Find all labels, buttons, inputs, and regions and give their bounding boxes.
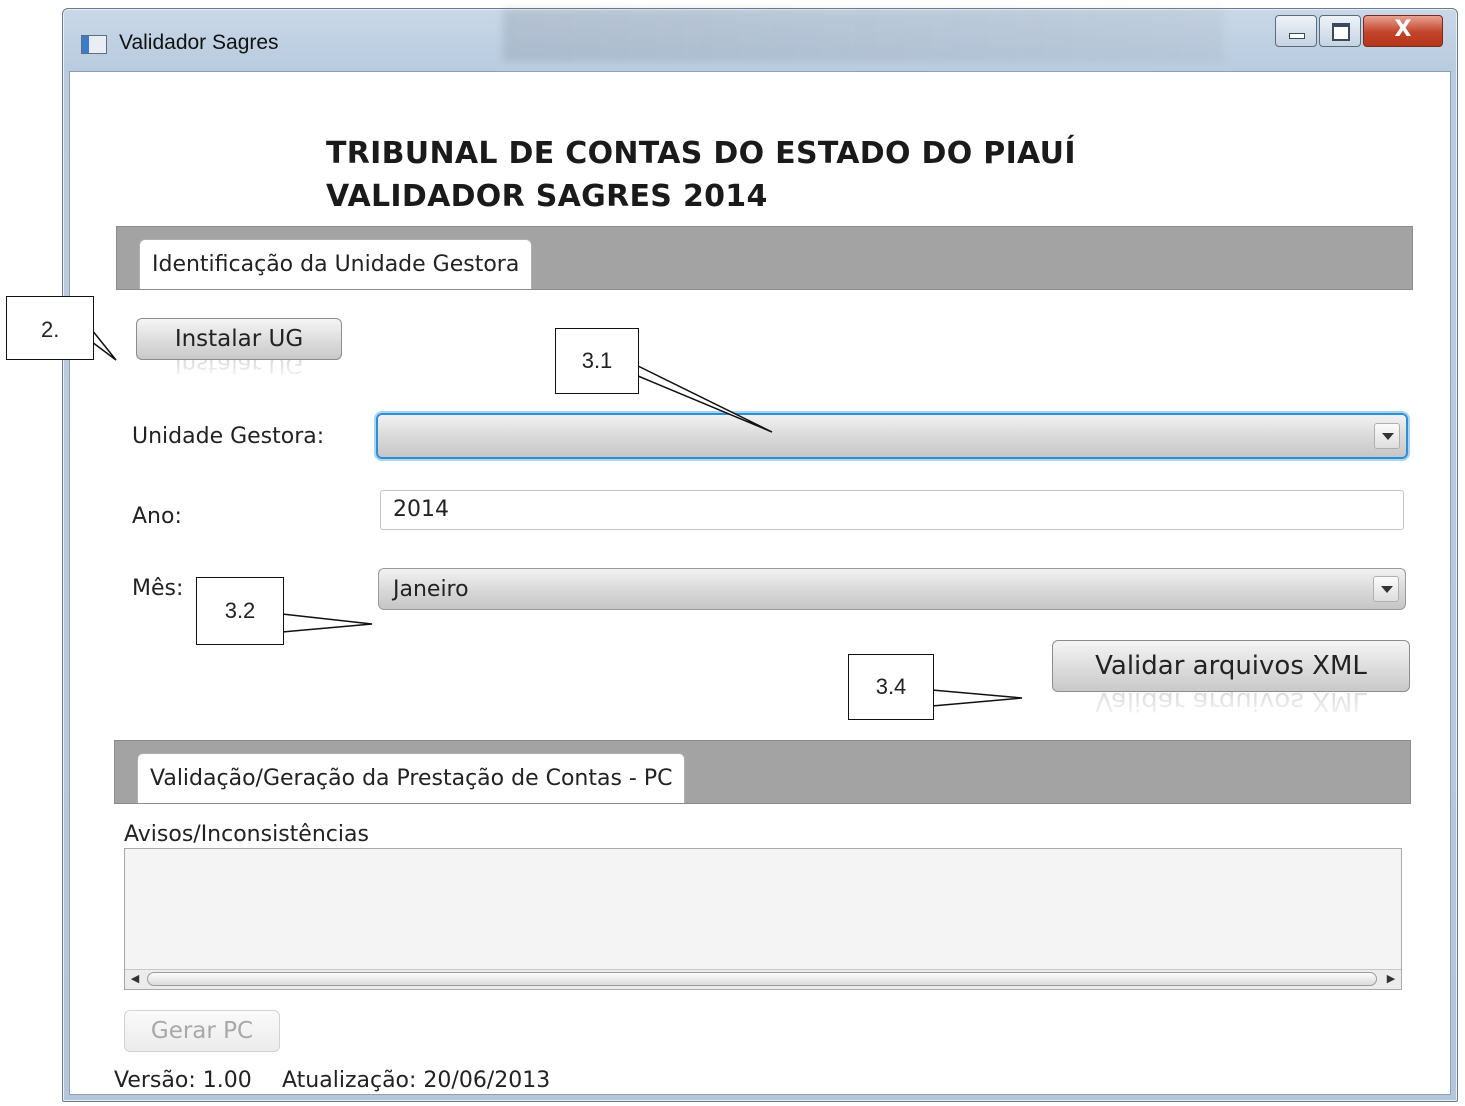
avisos-label: Avisos/Inconsistências bbox=[124, 822, 369, 847]
tabstrip-validacao: Validação/Geração da Prestação de Contas… bbox=[114, 740, 1411, 804]
install-ug-button[interactable]: Instalar UG bbox=[136, 318, 342, 360]
app-window: Validador Sagres X TRIBUNAL DE CONTAS DO… bbox=[62, 8, 1458, 1102]
unidade-gestora-combobox[interactable] bbox=[376, 413, 1408, 459]
title-line-1: TRIBUNAL DE CONTAS DO ESTADO DO PIAUÍ bbox=[326, 136, 1076, 171]
app-icon bbox=[81, 35, 107, 54]
scroll-right-icon[interactable]: ▶ bbox=[1384, 972, 1398, 986]
ano-input[interactable]: 2014 bbox=[380, 490, 1404, 530]
update-date-text: Atualização: 20/06/2013 bbox=[282, 1068, 551, 1093]
window-controls: X bbox=[1273, 15, 1443, 47]
tabstrip-identificacao: Identificação da Unidade Gestora bbox=[116, 226, 1413, 290]
callout-3-2: 3.2 bbox=[196, 577, 284, 645]
avisos-content bbox=[125, 849, 1401, 865]
ano-label: Ano: bbox=[132, 504, 182, 529]
validate-xml-button-reflection: Validar arquivos XML bbox=[1095, 692, 1367, 716]
maximize-button[interactable] bbox=[1319, 15, 1361, 47]
page-title: TRIBUNAL DE CONTAS DO ESTADO DO PIAUÍ VA… bbox=[326, 132, 1076, 218]
window-title: Validador Sagres bbox=[119, 31, 279, 54]
dropdown-arrow-icon[interactable] bbox=[1374, 423, 1400, 449]
tab-validacao[interactable]: Validação/Geração da Prestação de Contas… bbox=[137, 753, 686, 803]
minimize-button[interactable] bbox=[1275, 15, 1317, 47]
scroll-left-icon[interactable]: ◀ bbox=[128, 972, 142, 986]
title-line-2: VALIDADOR SAGRES 2014 bbox=[326, 179, 768, 214]
callout-2: 2. bbox=[6, 296, 94, 360]
mes-value: Janeiro bbox=[393, 577, 469, 602]
callout-3-4: 3.4 bbox=[848, 654, 934, 720]
mes-combobox[interactable]: Janeiro bbox=[378, 568, 1406, 610]
version-text: Versão: 1.00 bbox=[114, 1068, 252, 1093]
close-icon: X bbox=[1394, 17, 1412, 42]
callout-3-1: 3.1 bbox=[555, 328, 639, 394]
install-ug-button-reflection: Instalar UG bbox=[174, 360, 304, 377]
generate-pc-button[interactable]: Gerar PC bbox=[124, 1010, 280, 1052]
scrollbar-thumb[interactable] bbox=[147, 972, 1377, 986]
maximize-icon bbox=[1332, 23, 1350, 41]
tab-identificacao[interactable]: Identificação da Unidade Gestora bbox=[139, 239, 533, 289]
validate-xml-button[interactable]: Validar arquivos XML bbox=[1052, 640, 1410, 692]
dropdown-arrow-icon[interactable] bbox=[1373, 576, 1399, 602]
unidade-gestora-label: Unidade Gestora: bbox=[132, 424, 325, 449]
minimize-icon bbox=[1289, 33, 1305, 39]
title-bar[interactable]: Validador Sagres X bbox=[63, 9, 1457, 71]
background-window-ghost bbox=[503, 9, 1223, 61]
horizontal-scrollbar[interactable]: ◀ ▶ bbox=[125, 969, 1401, 989]
mes-label: Mês: bbox=[132, 576, 184, 601]
close-button[interactable]: X bbox=[1363, 15, 1443, 47]
avisos-textarea[interactable]: ◀ ▶ bbox=[124, 848, 1402, 990]
